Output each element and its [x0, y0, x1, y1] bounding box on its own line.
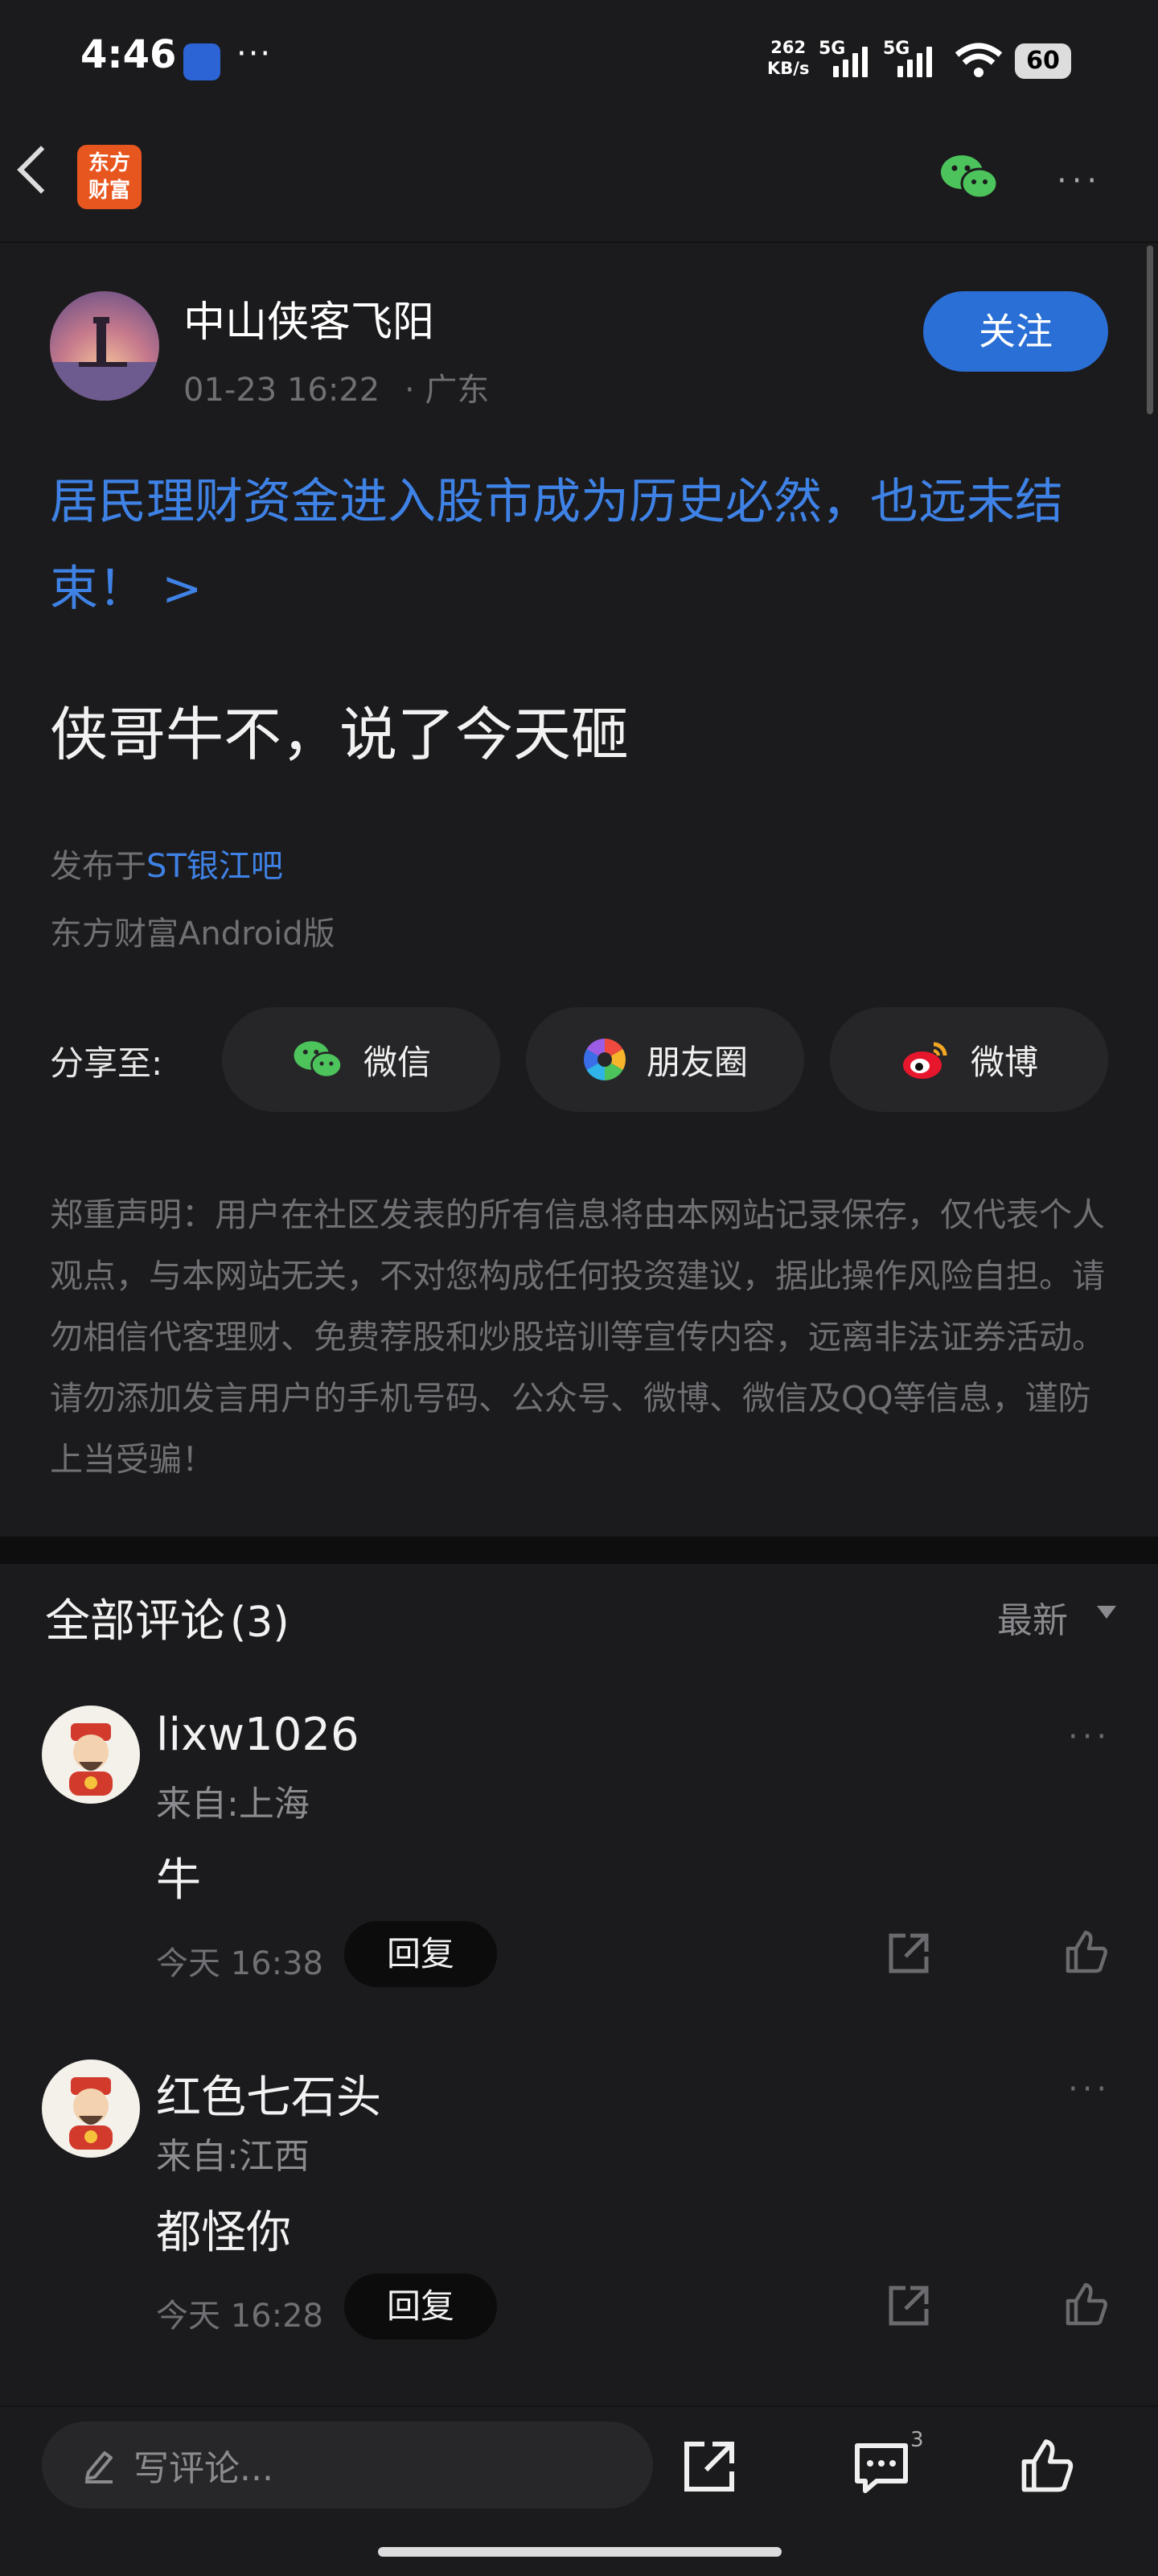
battery-icon: 60 [1015, 43, 1071, 79]
comment-time: 今天 16:28 [156, 2298, 323, 2335]
post-datetime: 01-23 16:22 [183, 372, 380, 409]
wifi-icon [955, 43, 1003, 77]
avatar-lighthouse-image [50, 317, 159, 401]
like-icon[interactable] [1063, 1929, 1110, 1976]
network-speed-unit: KB/s [767, 59, 810, 78]
weibo-icon [902, 1042, 947, 1079]
bar-link[interactable]: ST银江吧 [146, 848, 283, 885]
avatar-god-of-wealth-image [69, 2077, 113, 2150]
published-prefix: 发布于 [50, 848, 146, 885]
published-in: 发布于ST银江吧 [50, 840, 283, 887]
reply-button[interactable]: 回复 [344, 2274, 497, 2339]
commenter-name[interactable]: lixw1026 [156, 1709, 359, 1761]
network-speed-value: 262 [770, 38, 807, 57]
pencil-icon [85, 2451, 113, 2483]
share-icon[interactable] [886, 1931, 931, 1976]
share-weibo-button[interactable]: 微博 [830, 1007, 1108, 1112]
like-icon[interactable] [1063, 2282, 1110, 2328]
status-time: 4:46 [80, 32, 177, 77]
comment-input-placeholder: 写评论... [133, 2448, 273, 2489]
follow-button[interactable]: 关注 [923, 291, 1108, 372]
commenter-avatar[interactable] [42, 1706, 140, 1804]
moments-icon [584, 1039, 626, 1080]
like-icon[interactable] [1018, 2438, 1076, 2496]
logo-text-top: 东方 [88, 151, 130, 175]
comments-count: (3) [230, 1599, 290, 1647]
post-body: 侠哥牛不，说了今天砸 [50, 701, 630, 768]
comment-input[interactable]: 写评论... [42, 2422, 653, 2508]
more-icon[interactable]: ··· [1057, 163, 1102, 200]
share-wechat-button[interactable]: 微信 [222, 1007, 500, 1112]
chevron-down-icon [1097, 1606, 1116, 1619]
disclaimer-text: 郑重声明：用户在社区发表的所有信息将由本网站记录保存，仅代表个人观点，与本网站无… [50, 1195, 1105, 1479]
share-wechat-label: 微信 [363, 1042, 431, 1082]
wechat-icon [294, 1041, 343, 1079]
comment-text: 都怪你 [156, 2207, 291, 2259]
section-divider [0, 1537, 1158, 1564]
commenter-location: 来自:江西 [156, 2136, 310, 2177]
comment-more-icon[interactable]: ··· [1068, 2071, 1111, 2108]
share-weibo-label: 微博 [970, 1042, 1038, 1082]
network-speed: 262 KB/s [767, 37, 809, 79]
wechat-icon[interactable] [938, 151, 1000, 203]
share-moments-label: 朋友圈 [646, 1042, 748, 1082]
share-icon[interactable] [680, 2438, 738, 2496]
post-location: · 广东 [404, 372, 490, 409]
author-avatar[interactable] [50, 291, 159, 401]
comment-more-icon[interactable]: ··· [1068, 1718, 1111, 1755]
logo-text-bottom: 财富 [88, 179, 130, 203]
post-client: 东方财富Android版 [50, 916, 335, 953]
scrollbar[interactable] [1147, 245, 1153, 414]
reply-button[interactable]: 回复 [344, 1921, 497, 1987]
comments-title: 全部评论 (3) [45, 1585, 290, 1650]
comment-time: 今天 16:38 [156, 1945, 323, 1982]
commenter-name[interactable]: 红色七石头 [156, 2061, 381, 2126]
avatar-god-of-wealth-image [69, 1723, 113, 1796]
comment-text: 牛 [156, 1854, 201, 1907]
home-indicator[interactable] [378, 2547, 782, 2557]
author-name[interactable]: 中山侠客飞阳 [183, 288, 434, 348]
comments-title-label: 全部评论 [45, 1595, 225, 1648]
commenter-location: 来自:上海 [156, 1784, 310, 1825]
post-title-link[interactable]: 居民理财资金进入股市成为历史必然，也远未结束！ > [50, 459, 1119, 632]
comment-count-badge: 3 [910, 2428, 924, 2452]
eastmoney-logo: 东方 财富 [77, 145, 142, 209]
signal-icon-1 [833, 42, 868, 77]
share-moments-button[interactable]: 朋友圈 [526, 1007, 804, 1112]
commenter-avatar[interactable] [42, 2060, 140, 2158]
sort-dropdown[interactable]: 最新 [997, 1591, 1068, 1643]
share-label: 分享至: [50, 1043, 163, 1083]
notification-app-icon [183, 43, 220, 80]
status-more-icon: ··· [236, 35, 273, 72]
share-icon[interactable] [886, 2283, 931, 2328]
comment-icon[interactable] [852, 2439, 910, 2497]
post-meta: 01-23 16:22 · 广东 [183, 364, 489, 410]
signal-icon-2 [897, 42, 932, 77]
